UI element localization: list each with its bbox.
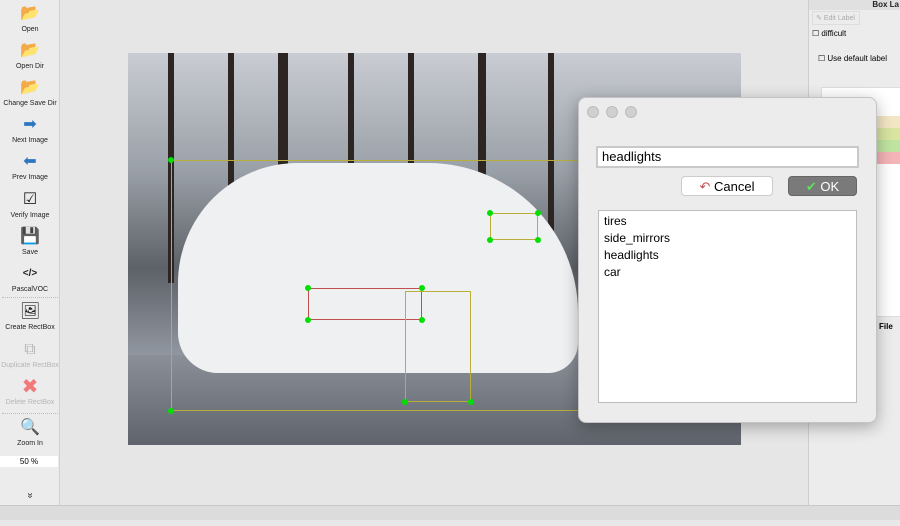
status-bar xyxy=(0,505,900,520)
next-image-button[interactable]: ➡ Next Image xyxy=(0,115,60,144)
difficult-checkbox[interactable]: ☐ difficult xyxy=(812,29,846,38)
ok-button[interactable]: ✔ OK xyxy=(788,176,857,196)
handle[interactable] xyxy=(487,210,493,216)
label-suggestion-list[interactable]: tires side_mirrors headlights car xyxy=(598,210,857,403)
open-dir-button[interactable]: 📂 Open Dir xyxy=(0,41,60,70)
list-item[interactable]: side_mirrors xyxy=(604,230,851,247)
folder-icon: 📂 xyxy=(20,42,40,59)
create-rectbox-button[interactable]: 🖼 Create RectBox xyxy=(0,302,60,331)
handle[interactable] xyxy=(419,317,425,323)
verify-image-button[interactable]: ☑ Verify Image xyxy=(0,190,60,219)
handle[interactable] xyxy=(535,237,541,243)
delete-x-icon: ✖ xyxy=(21,376,39,398)
checkmark-icon: ✔ xyxy=(805,179,817,194)
edit-label-button[interactable]: ✎ Edit Label xyxy=(812,11,860,25)
format-pascalvoc-button[interactable]: </> PascalVOC xyxy=(0,264,60,293)
handle[interactable] xyxy=(168,408,174,414)
handle[interactable] xyxy=(419,285,425,291)
bbox-side-mirrors[interactable] xyxy=(490,213,538,240)
handle[interactable] xyxy=(487,237,493,243)
save-button[interactable]: 💾 Save xyxy=(0,227,60,256)
handle[interactable] xyxy=(402,399,408,405)
checkbox-icon: ☑ xyxy=(22,191,38,208)
list-item[interactable]: tires xyxy=(604,213,851,230)
maximize-window-button[interactable] xyxy=(625,106,637,118)
handle[interactable] xyxy=(305,317,311,323)
minimize-window-button[interactable] xyxy=(606,106,618,118)
file-list-tab[interactable]: File xyxy=(879,322,893,331)
folder-icon: 📂 xyxy=(20,79,40,96)
label-dialog: headlights ↶ Cancel ✔ OK tires side_mirr… xyxy=(578,97,877,423)
prev-image-button[interactable]: ⬅ Prev Image xyxy=(0,152,60,181)
code-icon: </> xyxy=(22,268,38,279)
handle[interactable] xyxy=(468,399,474,405)
list-item[interactable]: car xyxy=(604,264,851,281)
floppy-icon: 💾 xyxy=(20,228,40,245)
dock-title: Box La xyxy=(809,0,900,10)
duplicate-icon: ⧉ xyxy=(24,341,36,358)
folder-icon: 📂 xyxy=(20,5,40,22)
cancel-button[interactable]: ↶ Cancel xyxy=(681,176,773,196)
arrow-left-icon: ⬅ xyxy=(23,153,37,170)
list-item[interactable]: headlights xyxy=(604,247,851,264)
handle[interactable] xyxy=(168,157,174,163)
toolbar: 📂 Open 📂 Open Dir 📂 Change Save Dir ➡ Next I… xyxy=(0,0,60,505)
zoom-in-icon: 🔍 xyxy=(20,419,40,436)
divider xyxy=(2,297,58,298)
undo-arrow-icon: ↶ xyxy=(699,179,711,194)
zoom-in-button[interactable]: 🔍 Zoom In xyxy=(0,418,60,447)
label-input[interactable]: headlights xyxy=(596,146,859,168)
rectbox-icon: 🖼 xyxy=(20,303,41,320)
bbox-tires[interactable] xyxy=(405,291,471,402)
close-window-button[interactable] xyxy=(587,106,599,118)
delete-rectbox-button[interactable]: ✖ Delete RectBox xyxy=(0,377,60,406)
duplicate-rectbox-button[interactable]: ⧉ Duplicate RectBox xyxy=(0,340,60,369)
open-button[interactable]: 📂 Open xyxy=(0,4,60,33)
divider xyxy=(2,413,58,414)
handle[interactable] xyxy=(305,285,311,291)
change-save-dir-button[interactable]: 📂 Change Save Dir xyxy=(0,78,60,107)
handle[interactable] xyxy=(535,210,541,216)
use-default-label-checkbox[interactable]: ☐ Use default label xyxy=(818,54,887,63)
arrow-right-icon: ➡ xyxy=(23,116,37,133)
